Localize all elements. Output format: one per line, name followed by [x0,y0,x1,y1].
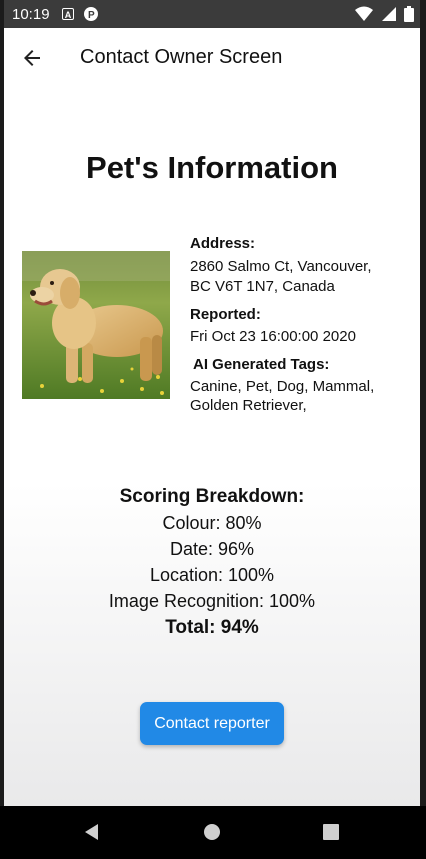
page-title: Pet's Information [86,150,338,185]
address-label: Address: [190,235,256,252]
system-nav-bar [0,806,426,859]
signal-icon [381,7,396,21]
status-time: 10:19 [12,6,50,23]
status-right-icons [352,6,414,22]
app-bar-title: Contact Owner Screen [80,46,283,68]
ai-tags-line-2: Golden Retriever, [190,397,307,414]
app-bar: Contact Owner Screen [4,28,420,88]
score-total: Total: 94% [165,617,259,638]
p-circle-icon: P [84,7,98,21]
nav-home-icon[interactable] [203,823,221,841]
nav-recents-icon[interactable] [323,824,339,840]
reported-value: Fri Oct 23 16:00:00 2020 [190,328,356,345]
pet-details: Address: 2860 Salmo Ct, Vancouver, BC V6… [190,234,412,416]
ai-tags-line-1: Canine, Pet, Dog, Mammal, [190,377,375,395]
battery-icon [404,6,414,22]
svg-text:P: P [88,10,95,21]
score-image-recognition: Image Recognition: 100% [108,591,316,611]
score-colour: Colour: 80% [162,513,262,533]
nav-back-icon[interactable] [83,823,101,841]
score-location: Location: 100% [149,565,275,585]
score-date: Date: 96% [169,539,255,559]
contact-reporter-button[interactable]: Contact reporter [140,702,284,745]
a-badge-icon: A [62,8,74,20]
scoring-breakdown: Scoring Breakdown: Colour: 80% Date: 96%… [4,484,420,642]
reported-label: Reported: [190,306,261,323]
address-line-2: BC V6T 1N7, Canada [190,277,335,295]
phone-screen: 10:19 A P Contact Owner Screen Pet's Inf… [4,0,420,859]
wifi-icon [355,6,374,21]
main-content: Pet's Information Address: 2860 Salmo Ct… [4,88,420,806]
ai-tags-label: AI Generated Tags: [193,355,330,373]
scoring-title: Scoring Breakdown: [119,486,305,507]
arrow-left-icon[interactable] [20,46,44,70]
status-bar: 10:19 A P [4,0,420,28]
golden-retriever-photo [22,251,170,399]
address-line-1: 2860 Salmo Ct, Vancouver, [190,258,372,275]
